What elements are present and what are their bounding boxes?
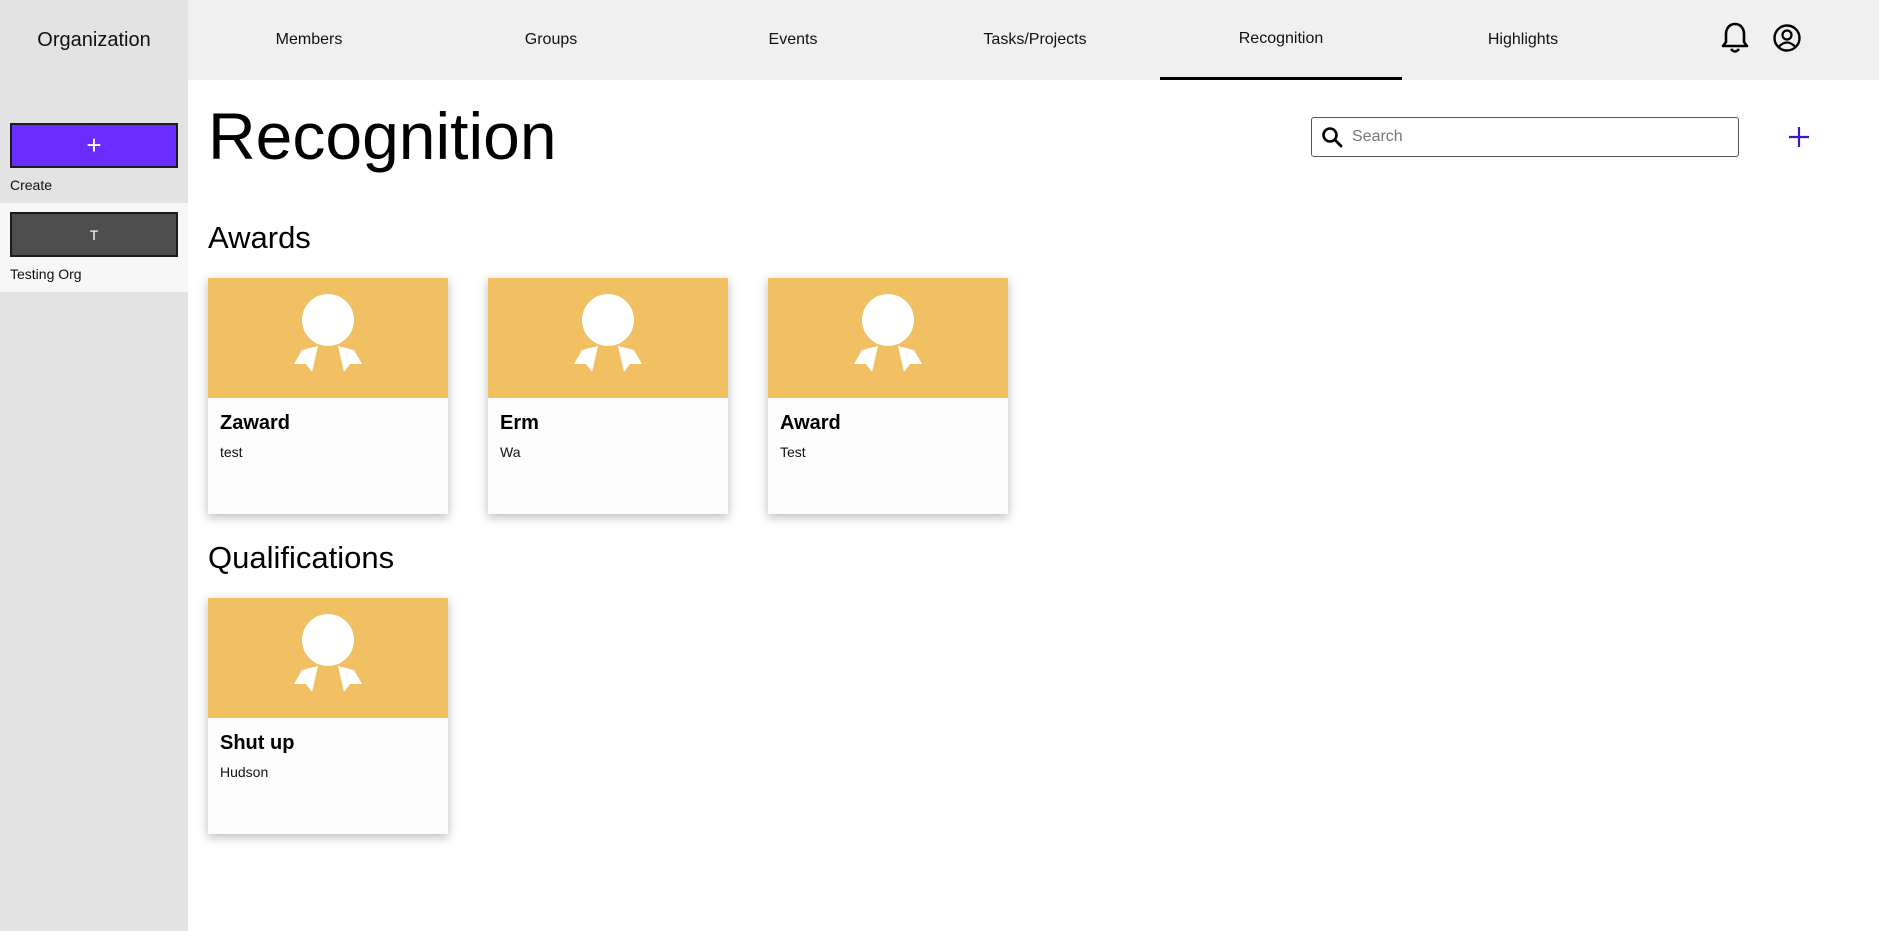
- award-ribbon-icon: [574, 294, 642, 372]
- create-org-item[interactable]: + Create: [0, 114, 188, 203]
- tab-events[interactable]: Events: [672, 0, 914, 80]
- award-name: Zaward: [220, 412, 291, 434]
- tab-groups[interactable]: Groups: [430, 0, 672, 80]
- add-recognition-button[interactable]: [1780, 118, 1818, 156]
- award-description: Wa: [500, 444, 521, 460]
- award-badge-banner: [208, 278, 448, 398]
- create-label: Create: [10, 177, 53, 193]
- award-name: Erm: [500, 412, 539, 434]
- award-card[interactable]: Zaward test: [208, 278, 448, 514]
- sidebar-title: Organization: [37, 28, 151, 51]
- awards-heading: Awards: [208, 220, 311, 255]
- award-badge-banner: [768, 278, 1008, 398]
- sidebar: Organization + Create T Testing Org: [0, 0, 188, 931]
- qualification-description: Hudson: [220, 764, 269, 780]
- qualification-card[interactable]: Shut up Hudson: [208, 598, 448, 834]
- top-nav: Members Groups Events Tasks/Projects Rec…: [188, 0, 1879, 80]
- tab-highlights[interactable]: Highlights: [1402, 0, 1644, 80]
- org-avatar-button[interactable]: T: [10, 212, 178, 257]
- plus-icon: [1789, 127, 1809, 147]
- qualification-badge-banner: [208, 598, 448, 718]
- award-ribbon-icon: [294, 294, 362, 372]
- account-circle-icon[interactable]: [1770, 20, 1804, 56]
- org-label: Testing Org: [10, 266, 82, 282]
- sidebar-org-item[interactable]: T Testing Org: [0, 203, 188, 292]
- award-ribbon-icon: [294, 614, 362, 692]
- search-box[interactable]: [1311, 117, 1739, 157]
- tab-members[interactable]: Members: [188, 0, 430, 80]
- tab-tasks-projects[interactable]: Tasks/Projects: [914, 0, 1156, 80]
- search-input[interactable]: [1352, 128, 1738, 146]
- award-card[interactable]: Erm Wa: [488, 278, 728, 514]
- qualification-name: Shut up: [220, 732, 295, 754]
- award-card[interactable]: Award Test: [768, 278, 1008, 514]
- award-badge-banner: [488, 278, 728, 398]
- award-ribbon-icon: [854, 294, 922, 372]
- qualifications-heading: Qualifications: [208, 540, 395, 575]
- award-description: Test: [780, 444, 806, 460]
- award-description: test: [220, 444, 243, 460]
- create-button[interactable]: +: [10, 123, 178, 168]
- tab-recognition[interactable]: Recognition: [1160, 0, 1402, 80]
- page-title: Recognition: [208, 99, 557, 173]
- award-name: Award: [780, 412, 841, 434]
- bell-icon[interactable]: [1718, 20, 1752, 56]
- search-icon: [1312, 118, 1352, 156]
